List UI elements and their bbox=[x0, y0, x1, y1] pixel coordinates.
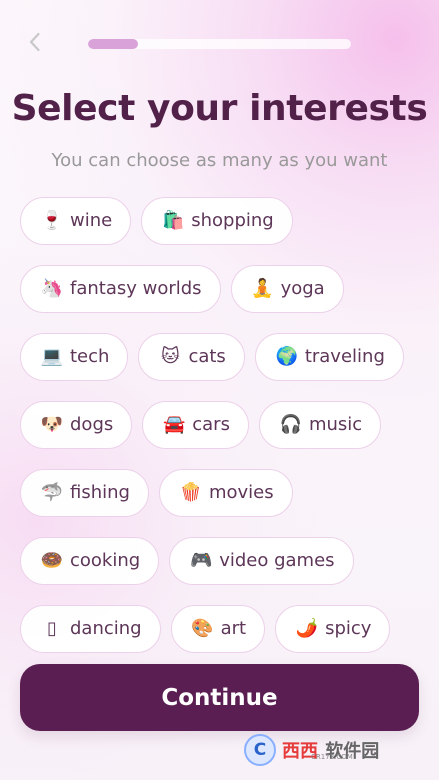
palette-icon: 🎨 bbox=[191, 618, 214, 639]
interest-label: music bbox=[308, 414, 363, 435]
interest-chip-cars[interactable]: 🚘 cars bbox=[142, 401, 249, 449]
interest-chip-movies[interactable]: 🍿 movies bbox=[158, 469, 293, 517]
interest-label: cooking bbox=[70, 550, 141, 571]
continue-button[interactable]: Continue bbox=[20, 664, 419, 731]
interest-label: dogs bbox=[70, 414, 114, 435]
interest-label: video games bbox=[219, 550, 335, 571]
interest-chip-cooking[interactable]: 🍩 cooking bbox=[20, 537, 160, 585]
interest-chip-dancing[interactable]: ▯ dancing bbox=[20, 605, 161, 653]
interest-row: 🍩 cooking 🎮 video games bbox=[20, 537, 419, 585]
yoga-icon: 🧘 bbox=[251, 278, 274, 299]
interest-label: cats bbox=[188, 346, 226, 367]
interest-chip-music[interactable]: 🎧 music bbox=[258, 401, 382, 449]
cat-icon: 🐱 bbox=[161, 346, 180, 367]
laptop-icon: 💻 bbox=[40, 346, 64, 367]
interest-label: movies bbox=[208, 482, 274, 503]
interest-chip-shopping[interactable]: 🛍️ shopping bbox=[141, 197, 293, 245]
interest-row: 🦄 fantasy worlds 🧘 yoga bbox=[20, 265, 419, 313]
interest-label: shopping bbox=[191, 210, 274, 231]
interest-label: wine bbox=[70, 210, 113, 231]
watermark-logo-icon: C bbox=[244, 734, 276, 766]
interest-label: art bbox=[220, 618, 247, 639]
interest-chip-video-games[interactable]: 🎮 video games bbox=[169, 537, 354, 585]
globe-icon: 🌍 bbox=[275, 346, 299, 367]
interest-chip-cats[interactable]: 🐱 cats bbox=[138, 333, 245, 381]
interest-chip-yoga[interactable]: 🧘 yoga bbox=[230, 265, 344, 313]
page-title: Select your interests bbox=[11, 88, 428, 129]
unicorn-icon: 🦄 bbox=[40, 278, 64, 299]
interest-row: ▯ dancing 🎨 art 🌶️ spicy bbox=[20, 605, 419, 653]
interest-label: fantasy worlds bbox=[70, 278, 202, 299]
interest-chip-list: 🍷 wine 🛍️ shopping 🦄 fantasy worlds 🧘 yoga 💻 tech… bbox=[20, 197, 419, 673]
back-button[interactable] bbox=[22, 29, 48, 55]
interest-chip-dogs[interactable]: 🐶 dogs bbox=[20, 401, 133, 449]
interest-row: 💻 tech 🐱 cats 🌍 traveling bbox=[20, 333, 419, 381]
interest-chip-fantasy-worlds[interactable]: 🦄 fantasy worlds bbox=[20, 265, 221, 313]
progress-bar bbox=[88, 39, 351, 49]
shark-icon: 🦈 bbox=[40, 482, 64, 503]
missing-glyph-icon: ▯ bbox=[47, 618, 57, 639]
interest-label: dancing bbox=[70, 618, 142, 639]
interest-label: yoga bbox=[280, 278, 325, 299]
interest-chip-wine[interactable]: 🍷 wine bbox=[20, 197, 132, 245]
interest-row: 🦈 fishing 🍿 movies bbox=[20, 469, 419, 517]
interest-row: 🍷 wine 🛍️ shopping bbox=[20, 197, 419, 245]
interest-chip-fishing[interactable]: 🦈 fishing bbox=[20, 469, 149, 517]
watermark: C 西西 软件园 CR173.COM bbox=[244, 731, 421, 769]
interest-label: cars bbox=[192, 414, 230, 435]
chevron-left-icon bbox=[29, 32, 40, 52]
car-icon: 🚘 bbox=[163, 414, 186, 435]
headphones-icon: 🎧 bbox=[279, 414, 303, 435]
interest-chip-art[interactable]: 🎨 art bbox=[170, 605, 266, 653]
interest-label: tech bbox=[70, 346, 110, 367]
interest-label: fishing bbox=[70, 482, 130, 503]
progress-fill bbox=[88, 39, 138, 49]
watermark-small-text: CR173.COM bbox=[311, 753, 353, 761]
dog-icon: 🐶 bbox=[40, 414, 64, 435]
shopping-bag-icon: 🛍️ bbox=[162, 210, 185, 231]
donut-icon: 🍩 bbox=[40, 550, 64, 571]
chili-icon: 🌶️ bbox=[295, 618, 319, 639]
interest-chip-tech[interactable]: 💻 tech bbox=[20, 333, 129, 381]
page-subtitle: You can choose as many as you want bbox=[51, 150, 388, 171]
interest-row: 🐶 dogs 🚘 cars 🎧 music bbox=[20, 401, 419, 449]
interest-label: traveling bbox=[304, 346, 385, 367]
gamepad-icon: 🎮 bbox=[189, 550, 213, 571]
interest-chip-traveling[interactable]: 🌍 traveling bbox=[254, 333, 404, 381]
watermark-letter: C bbox=[253, 740, 267, 760]
wine-icon: 🍷 bbox=[40, 210, 64, 231]
interest-chip-spicy[interactable]: 🌶️ spicy bbox=[275, 605, 391, 653]
popcorn-icon: 🍿 bbox=[179, 482, 203, 503]
interest-label: spicy bbox=[325, 618, 372, 639]
